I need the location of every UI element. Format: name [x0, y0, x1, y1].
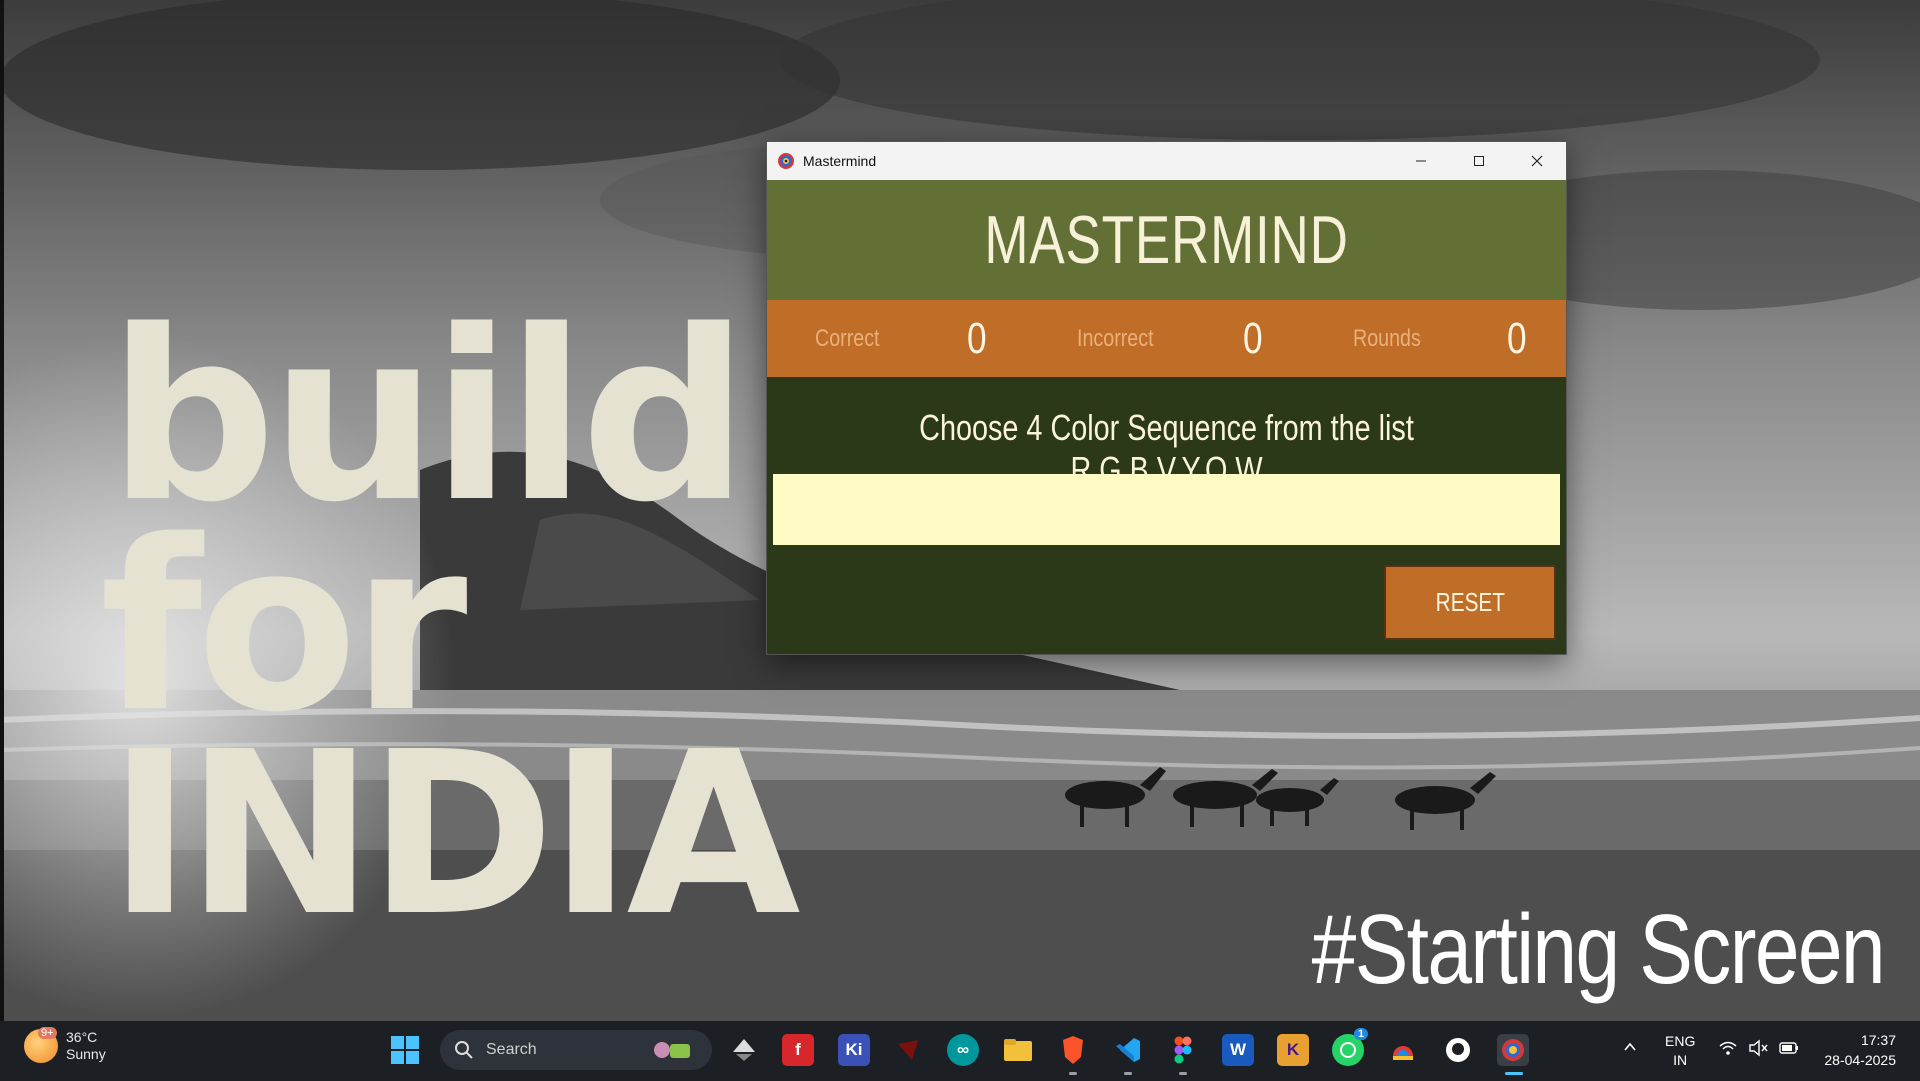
- search-label: Search: [486, 1041, 537, 1058]
- system-tray-icons[interactable]: [1718, 1039, 1800, 1057]
- weather-badge: 9+: [38, 1027, 57, 1039]
- language-line2: IN: [1673, 1052, 1688, 1068]
- correct-count: 0: [967, 314, 987, 363]
- running-indicator: [1124, 1072, 1132, 1075]
- kicad-glyph: Ki: [845, 1040, 863, 1059]
- reset-button-label: RESET: [1435, 587, 1505, 617]
- title-banner: MASTERMIND: [767, 180, 1566, 300]
- foxit-glyph: f: [795, 1040, 801, 1059]
- vscode-icon[interactable]: [1112, 1034, 1144, 1066]
- mastermind-window: Mastermind MASTERMIND Correct 0 Incorrec…: [766, 141, 1567, 655]
- close-icon: [1531, 155, 1543, 167]
- minimize-button[interactable]: [1392, 142, 1450, 180]
- language-line1: ENG: [1665, 1033, 1696, 1049]
- kicad-icon[interactable]: Ki: [838, 1034, 870, 1066]
- maximize-icon: [1474, 156, 1484, 166]
- rounds-label: Rounds: [1353, 325, 1421, 352]
- close-button[interactable]: [1508, 142, 1566, 180]
- search-highlight-icon: [654, 1042, 690, 1058]
- maximize-button[interactable]: [1450, 142, 1508, 180]
- file-explorer-icon[interactable]: [1002, 1034, 1034, 1066]
- figma-icon[interactable]: [1167, 1034, 1199, 1066]
- sun-icon: 9+: [24, 1027, 58, 1063]
- kahoot-glyph: K: [1286, 1040, 1300, 1059]
- inkscape-icon[interactable]: [728, 1034, 760, 1066]
- language-indicator[interactable]: ENG IN: [1665, 1032, 1695, 1070]
- clock-date: 28-04-2025: [1824, 1052, 1896, 1068]
- game-title: MASTERMIND: [984, 202, 1349, 278]
- incorrect-label: Incorrect: [1077, 325, 1154, 352]
- brave-icon[interactable]: [1057, 1034, 1089, 1066]
- running-indicator: [1069, 1072, 1077, 1075]
- screen-caption: #Starting Screen: [1311, 894, 1886, 1004]
- arduino-glyph: ∞: [956, 1040, 970, 1059]
- incorrect-count: 0: [1243, 314, 1263, 363]
- weather-widget[interactable]: 9+ 36°C Sunny: [24, 1027, 106, 1063]
- correct-label: Correct: [815, 325, 880, 352]
- github-icon[interactable]: [1442, 1034, 1474, 1066]
- mastermind-icon[interactable]: [1497, 1034, 1529, 1066]
- active-indicator: [1505, 1072, 1523, 1075]
- weather-condition: Sunny: [66, 1046, 106, 1062]
- kahoot-icon[interactable]: K: [1277, 1034, 1309, 1066]
- foxit-icon[interactable]: f: [782, 1034, 814, 1066]
- game-area: Choose 4 Color Sequence from the list R,…: [767, 377, 1566, 653]
- search-icon: [455, 1041, 473, 1059]
- speaker-muted-icon: [1749, 1039, 1768, 1057]
- scoreboard: Correct 0 Incorrect 0 Rounds 0: [767, 300, 1566, 377]
- rounds-count: 0: [1507, 314, 1527, 363]
- whatsapp-badge: 1: [1354, 1028, 1369, 1040]
- windows-start-icon[interactable]: [390, 1035, 420, 1065]
- whatsapp-icon[interactable]: 1: [1332, 1028, 1369, 1066]
- taskbar: 9+ 36°C Sunny Search f Ki ∞ W K 1 ENG IN…: [0, 1021, 1920, 1081]
- battery-icon: [1779, 1042, 1798, 1054]
- app-icon[interactable]: [1387, 1034, 1419, 1066]
- reset-button[interactable]: RESET: [1384, 565, 1556, 640]
- taskbar-search[interactable]: Search: [440, 1030, 712, 1070]
- system-clock[interactable]: 17:37 28-04-2025: [1824, 1030, 1896, 1070]
- clock-time: 17:37: [1860, 1032, 1896, 1048]
- weather-temperature: 36°C: [66, 1029, 98, 1045]
- wallpaper-text-india: INDIA: [108, 704, 801, 966]
- window-titlebar[interactable]: Mastermind: [767, 142, 1566, 180]
- brand-icon[interactable]: [892, 1034, 924, 1066]
- mastermind-app-icon: [778, 153, 794, 169]
- word-icon[interactable]: W: [1222, 1034, 1254, 1066]
- minimize-icon: [1416, 160, 1426, 162]
- window-title: Mastermind: [803, 153, 877, 169]
- guess-input[interactable]: [773, 474, 1560, 545]
- wifi-icon: [1719, 1041, 1737, 1055]
- word-glyph: W: [1229, 1040, 1247, 1059]
- running-indicator: [1179, 1072, 1187, 1075]
- chevron-up-icon[interactable]: [1622, 1039, 1638, 1055]
- arduino-icon[interactable]: ∞: [947, 1034, 979, 1066]
